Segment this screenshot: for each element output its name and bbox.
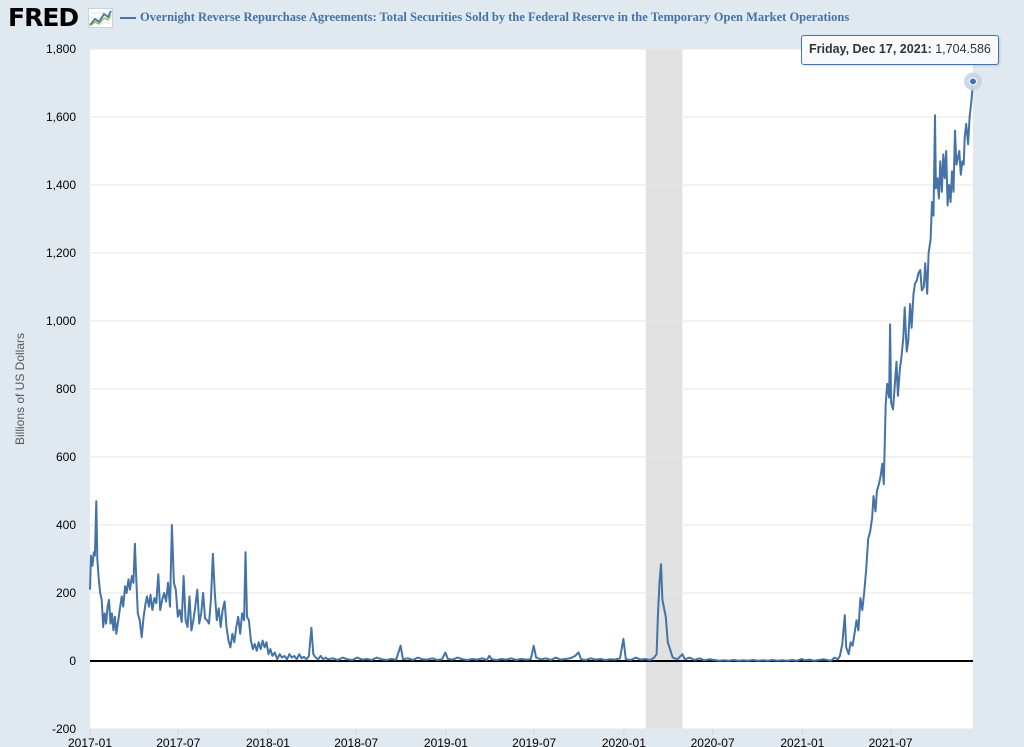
y-axis: -200 0 200 400 600 800 1,000 1,200 1,400 1,600 1,8… [46, 42, 76, 736]
y-tick-label: -200 [52, 722, 76, 736]
y-tick-label: 1,800 [46, 42, 76, 56]
y-tick-label: 600 [56, 450, 76, 464]
x-tick-label: 2021-07 [869, 736, 913, 747]
x-tick-label: 2019-07 [512, 736, 556, 747]
y-tick-label: 0 [69, 654, 76, 668]
tooltip: Friday, Dec 17, 2021: 1,704.586 [801, 35, 999, 65]
y-tick-label: 1,200 [46, 246, 76, 260]
chart: -200 0 200 400 600 800 1,000 1,200 1,400 1,600 1,8… [13, 42, 982, 747]
x-axis: 2017-01 2017-07 2018-01 2018-07 2019-01 2019-… [68, 729, 913, 747]
tooltip-value: 1,704.586 [935, 42, 991, 56]
y-tick-label: 800 [56, 382, 76, 396]
x-tick-label: 2017-07 [156, 736, 200, 747]
y-tick-label: 1,000 [46, 314, 76, 328]
x-tick-label: 2017-01 [68, 736, 112, 747]
x-tick-label: 2020-01 [602, 736, 646, 747]
y-tick-label: 400 [56, 518, 76, 532]
x-tick-label: 2020-07 [691, 736, 735, 747]
x-tick-label: 2019-01 [424, 736, 468, 747]
tooltip-date: Friday, Dec 17, 2021 [809, 42, 928, 56]
x-tick-label: 2021-01 [780, 736, 824, 747]
y-tick-label: 1,600 [46, 110, 76, 124]
y-tick-label: 200 [56, 586, 76, 600]
x-tick-label: 2018-07 [334, 736, 378, 747]
y-tick-label: 1,400 [46, 178, 76, 192]
highlight-point[interactable] [969, 77, 977, 86]
y-axis-title: Billions of US Dollars [13, 333, 27, 445]
x-tick-label: 2018-01 [246, 736, 290, 747]
